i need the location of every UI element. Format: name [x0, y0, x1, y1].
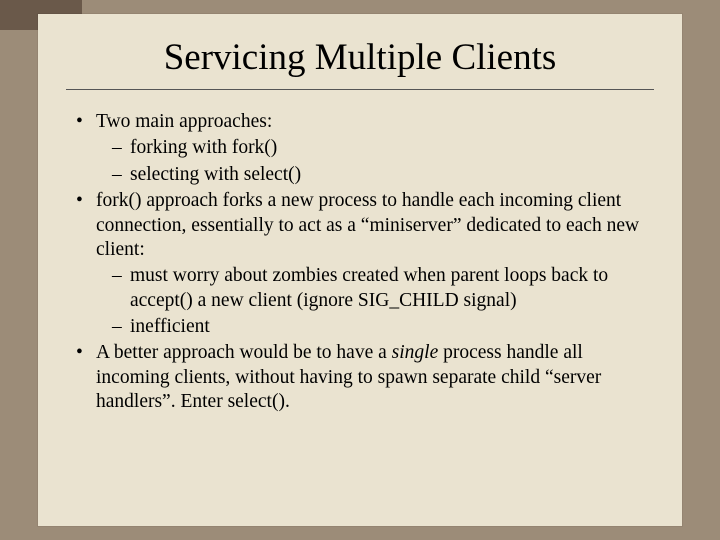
- bullet-item: Two main approaches: forking with fork()…: [74, 110, 646, 187]
- bullet-text-pre: A better approach would be to have a: [96, 342, 392, 363]
- bullet-text: Two main approaches:: [96, 111, 272, 132]
- bullet-text: fork() approach forks a new process to h…: [96, 190, 639, 260]
- slide-title: Servicing Multiple Clients: [38, 36, 682, 79]
- slide-panel: Servicing Multiple Clients Two main appr…: [38, 14, 682, 526]
- sub-bullet-item: selecting with select(): [110, 163, 646, 187]
- sub-bullet-item: inefficient: [110, 315, 646, 339]
- sub-bullet-item: must worry about zombies created when pa…: [110, 264, 646, 313]
- bullet-item: fork() approach forks a new process to h…: [74, 189, 646, 339]
- slide-body: Two main approaches: forking with fork()…: [74, 110, 646, 415]
- sub-bullet-item: forking with fork(): [110, 136, 646, 160]
- title-rule: [66, 89, 654, 90]
- bullet-text-em: single: [392, 342, 439, 363]
- bullet-item: A better approach would be to have a sin…: [74, 341, 646, 414]
